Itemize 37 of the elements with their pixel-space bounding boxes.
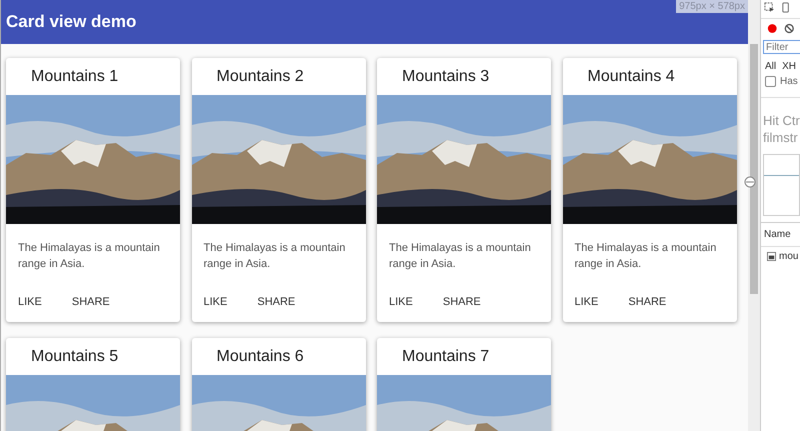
card-title: Mountains 6 <box>216 346 305 366</box>
card-action-button[interactable]: LIKE <box>566 292 606 312</box>
hint-text: filmstr <box>763 129 799 146</box>
checkbox[interactable] <box>765 76 776 87</box>
checkbox-label: Has <box>780 76 798 87</box>
card-description: The Himalayas is a mountain range in Asia. <box>18 241 161 272</box>
viewport-size-label: 975px × 578px <box>676 0 748 13</box>
card-description: The Himalayas is a mountain range in Asia. <box>574 241 718 272</box>
card-title: Mountains 2 <box>216 66 305 86</box>
card-action-button[interactable]: SHARE <box>620 292 674 312</box>
record-icon[interactable] <box>767 23 778 34</box>
device-icon[interactable] <box>781 2 792 13</box>
filter-field[interactable]: Filter <box>763 40 800 54</box>
overview-timeline <box>763 154 800 216</box>
hint-text: Hit Ctr <box>763 112 800 129</box>
card-title: Mountains 1 <box>30 66 120 86</box>
type-filter-tab[interactable]: All <box>765 61 776 72</box>
card-action-button[interactable]: LIKE <box>196 292 236 312</box>
card-description: The Himalayas is a mountain range in Asia. <box>389 241 532 272</box>
request-name[interactable]: mou <box>779 251 798 262</box>
card-title: Mountains 5 <box>30 346 120 366</box>
card-title: Mountains 4 <box>586 66 676 86</box>
clear-icon[interactable] <box>784 23 794 34</box>
card-action-button[interactable]: SHARE <box>249 292 304 312</box>
app-title: Card view demo <box>6 12 136 32</box>
card-description: The Himalayas is a mountain range in Asia. <box>204 241 346 272</box>
card-action-button[interactable]: SHARE <box>64 292 118 312</box>
column-header: Name <box>761 222 800 247</box>
inspect-icon[interactable] <box>764 2 775 13</box>
scrollbar[interactable] <box>748 0 760 431</box>
type-filter-tab[interactable]: XH <box>782 61 796 72</box>
card-action-button[interactable]: LIKE <box>381 292 421 312</box>
card-action-button[interactable]: SHARE <box>434 292 489 312</box>
card-title: Mountains 7 <box>401 346 490 366</box>
image-file-icon <box>767 252 776 261</box>
card-action-button[interactable]: LIKE <box>10 292 50 312</box>
card-title: Mountains 3 <box>401 66 490 86</box>
